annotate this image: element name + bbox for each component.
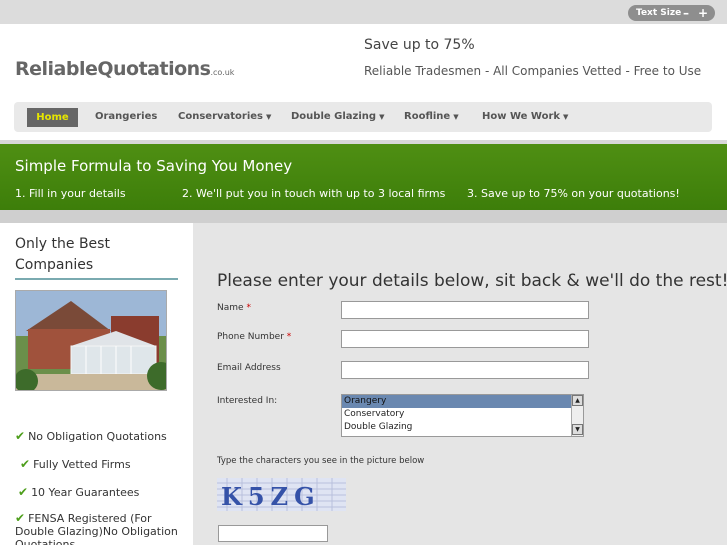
feature-item: ✔ FENSA Registered (For Double Glazing)No… xyxy=(15,512,180,545)
captcha-label: Type the characters you see in the pictu… xyxy=(217,456,425,466)
nav-label: Conservatories xyxy=(178,111,264,122)
select-option[interactable]: Conservatory xyxy=(342,408,583,421)
site-logo[interactable]: ReliableQuotations.co.uk xyxy=(15,58,234,80)
banner-title: Simple Formula to Saving You Money xyxy=(15,157,293,175)
checkmark-icon: ✔ xyxy=(15,429,26,443)
main-nav: Home Orangeries Conservatories ▼ Double G… xyxy=(14,102,712,132)
phone-label: Phone Number * xyxy=(217,332,291,342)
scroll-up-icon[interactable]: ▲ xyxy=(572,395,583,406)
email-label: Email Address xyxy=(217,363,281,373)
name-field[interactable] xyxy=(341,301,589,319)
scrollbar[interactable]: ▲ ▼ xyxy=(571,395,583,436)
nav-item-how-we-work[interactable]: How We Work ▼ xyxy=(482,102,568,132)
chevron-down-icon: ▼ xyxy=(379,113,385,121)
top-bar: Text Size – + xyxy=(0,0,727,24)
select-option[interactable]: Double Glazing xyxy=(342,421,583,434)
text-size-label: Text Size xyxy=(636,8,682,18)
sidebar-title: Only the Best Companies xyxy=(15,236,110,273)
email-field[interactable] xyxy=(341,361,589,379)
feature-item: ✔ Fully Vetted Firms xyxy=(20,457,131,471)
logo-name: ReliableQuotations xyxy=(15,58,211,80)
chevron-down-icon: ▼ xyxy=(266,113,272,121)
conservatory-photo xyxy=(15,290,167,391)
banner-step-1: 1. Fill in your details xyxy=(15,187,126,200)
banner-step-2: 2. We'll put you in touch with up to 3 l… xyxy=(182,187,446,200)
banner-step-3: 3. Save up to 75% on your quotations! xyxy=(467,187,680,200)
logo-suffix: .co.uk xyxy=(210,68,235,77)
required-mark: * xyxy=(246,303,251,313)
feature-label: FENSA Registered (For Double Glazing)No … xyxy=(15,512,178,545)
nav-label: Roofline xyxy=(404,111,451,122)
chevron-down-icon: ▼ xyxy=(563,113,569,121)
feature-label: Fully Vetted Firms xyxy=(33,458,131,471)
divider xyxy=(0,210,727,223)
quote-form: Please enter your details below, sit bac… xyxy=(193,223,727,545)
nav-item-home[interactable]: Home xyxy=(27,108,78,127)
captcha-text: K5ZG xyxy=(221,482,321,511)
checkmark-icon: ✔ xyxy=(15,511,26,525)
sidebar: Only the Best Companies ✔ No Obligation Q… xyxy=(0,223,193,545)
scroll-down-icon[interactable]: ▼ xyxy=(572,424,583,435)
interested-in-select[interactable]: Orangery Conservatory Double Glazing ▲ ▼ xyxy=(341,394,584,437)
chevron-down-icon: ▼ xyxy=(453,113,459,121)
nav-item-roofline[interactable]: Roofline ▼ xyxy=(404,102,459,132)
select-option[interactable]: Orangery xyxy=(342,395,583,408)
nav-item-orangeries[interactable]: Orangeries xyxy=(95,102,157,132)
feature-label: No Obligation Quotations xyxy=(28,430,167,443)
phone-field[interactable] xyxy=(341,330,589,348)
feature-label: 10 Year Guarantees xyxy=(31,486,140,499)
nav-item-conservatories[interactable]: Conservatories ▼ xyxy=(178,102,271,132)
text-size-control: Text Size – + xyxy=(628,5,715,21)
required-mark: * xyxy=(286,332,292,342)
label-text: Phone Number xyxy=(217,332,284,342)
feature-item: ✔ 10 Year Guarantees xyxy=(18,485,139,499)
form-heading: Please enter your details below, sit bac… xyxy=(217,271,727,291)
header-subtagline: Reliable Tradesmen - All Companies Vette… xyxy=(364,64,702,78)
interested-label: Interested In: xyxy=(217,396,278,406)
name-label: Name * xyxy=(217,303,251,313)
header-tagline: Save up to 75% xyxy=(364,37,475,53)
nav-label: Double Glazing xyxy=(291,111,377,122)
label-text: Name xyxy=(217,303,244,313)
checkmark-icon: ✔ xyxy=(20,457,31,471)
nav-label: How We Work xyxy=(482,111,561,122)
text-size-decrease-button[interactable]: – xyxy=(683,5,689,21)
captcha-input[interactable] xyxy=(218,525,328,542)
nav-item-double-glazing[interactable]: Double Glazing ▼ xyxy=(291,102,384,132)
feature-item: ✔ No Obligation Quotations xyxy=(15,429,167,443)
divider xyxy=(15,278,178,280)
checkmark-icon: ✔ xyxy=(18,485,29,499)
banner: Simple Formula to Saving You Money 1. Fi… xyxy=(0,144,727,210)
captcha-image: K5ZG xyxy=(217,478,346,511)
text-size-increase-button[interactable]: + xyxy=(698,5,708,21)
